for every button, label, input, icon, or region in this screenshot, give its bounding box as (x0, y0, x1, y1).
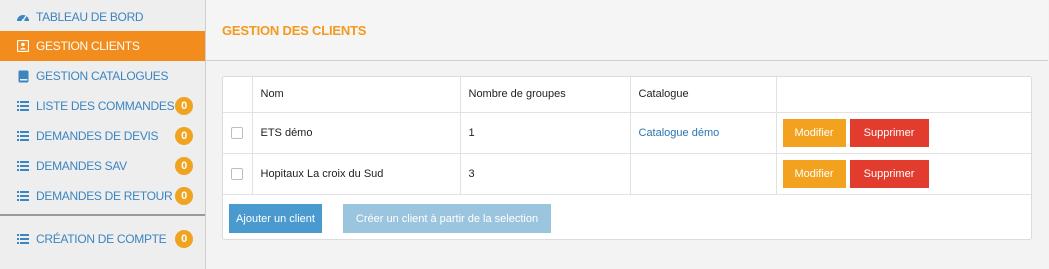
create-from-selection-button[interactable]: Créer un client à partir de la selection (343, 204, 551, 233)
sidebar-item-demandes-de-devis[interactable]: DEMANDES DE DEVIS 0 (0, 121, 205, 151)
list-icon (16, 159, 30, 173)
count-badge: 0 (175, 97, 193, 115)
sidebar: TABLEAU DE BORD GESTION CLIENTS GESTION … (0, 0, 206, 269)
list-icon (16, 232, 30, 246)
sidebar-item-liste-des-commandes[interactable]: LISTE DES COMMANDES 0 (0, 91, 205, 121)
client-name: Hopitaux La croix du Sud (252, 153, 461, 195)
sidebar-item-demandes-de-retour[interactable]: DEMANDES DE RETOUR 0 (0, 181, 205, 211)
column-header-groupes: Nombre de groupes (460, 77, 631, 113)
list-icon (16, 99, 30, 113)
row-actions: Modifier Supprimer (776, 112, 1031, 154)
table-header-row: Nom Nombre de groupes Catalogue (223, 77, 1031, 113)
count-badge: 0 (175, 230, 193, 248)
sidebar-item-label: DEMANDES DE DEVIS (36, 129, 159, 143)
modifier-button[interactable]: Modifier (782, 118, 846, 147)
count-badge: 0 (175, 157, 193, 175)
row-checkbox[interactable] (231, 126, 243, 139)
column-header-select (223, 77, 253, 113)
client-group-count: 1 (460, 112, 631, 154)
table-row: Hopitaux La croix du Sud 3 Modifier Suppr… (223, 153, 1031, 195)
count-badge: 0 (175, 187, 193, 205)
main-content: GESTION DES CLIENTS Nom Nombre de groupe… (206, 0, 1049, 269)
sidebar-item-label: CRÉATION DE COMPTE (36, 232, 167, 246)
count-badge: 0 (175, 127, 193, 145)
sidebar-item-label: TABLEAU DE BORD (36, 10, 144, 24)
column-header-actions (776, 77, 1031, 113)
sidebar-item-gestion-catalogues[interactable]: GESTION CATALOGUES (0, 61, 205, 91)
list-icon (16, 129, 30, 143)
sidebar-item-label: DEMANDES DE RETOUR (36, 189, 173, 203)
row-checkbox[interactable] (231, 167, 243, 180)
catalogue-link[interactable]: Catalogue démo (639, 127, 720, 139)
client-catalogue-cell (630, 153, 777, 195)
row-select-cell (223, 153, 253, 195)
row-select-cell (223, 112, 253, 154)
column-header-catalogue: Catalogue (630, 77, 777, 113)
book-icon (16, 69, 30, 83)
clients-table: Nom Nombre de groupes Catalogue ETS démo… (223, 77, 1031, 195)
add-client-button[interactable]: Ajouter un client (229, 204, 322, 233)
sidebar-item-gestion-clients[interactable]: GESTION CLIENTS (0, 31, 205, 61)
sidebar-item-label: GESTION CLIENTS (36, 39, 140, 53)
page-title: GESTION DES CLIENTS (222, 23, 367, 38)
list-icon (16, 189, 30, 203)
supprimer-button[interactable]: Supprimer (849, 159, 929, 188)
sidebar-item-label: GESTION CATALOGUES (36, 69, 169, 83)
contact-card-icon (16, 39, 30, 53)
row-actions: Modifier Supprimer (776, 153, 1031, 195)
supprimer-button[interactable]: Supprimer (849, 118, 929, 147)
table-row: ETS démo 1 Catalogue démo Modifier Suppri… (223, 112, 1031, 154)
clients-panel: Nom Nombre de groupes Catalogue ETS démo… (222, 76, 1032, 240)
sidebar-item-tableau-de-bord[interactable]: TABLEAU DE BORD (0, 2, 205, 32)
column-header-nom: Nom (252, 77, 461, 113)
sidebar-item-creation-de-compte[interactable]: CRÉATION DE COMPTE 0 (0, 224, 205, 254)
dashboard-icon (16, 10, 30, 24)
client-group-count: 3 (460, 153, 631, 195)
page-header: GESTION DES CLIENTS (206, 1, 1048, 61)
sidebar-item-demandes-sav[interactable]: DEMANDES SAV 0 (0, 151, 205, 181)
sidebar-item-label: LISTE DES COMMANDES (36, 99, 175, 113)
modifier-button[interactable]: Modifier (782, 159, 846, 188)
sidebar-item-label: DEMANDES SAV (36, 159, 127, 173)
client-catalogue-cell: Catalogue démo (630, 112, 777, 154)
client-name: ETS démo (252, 112, 461, 154)
sidebar-divider (0, 214, 205, 216)
